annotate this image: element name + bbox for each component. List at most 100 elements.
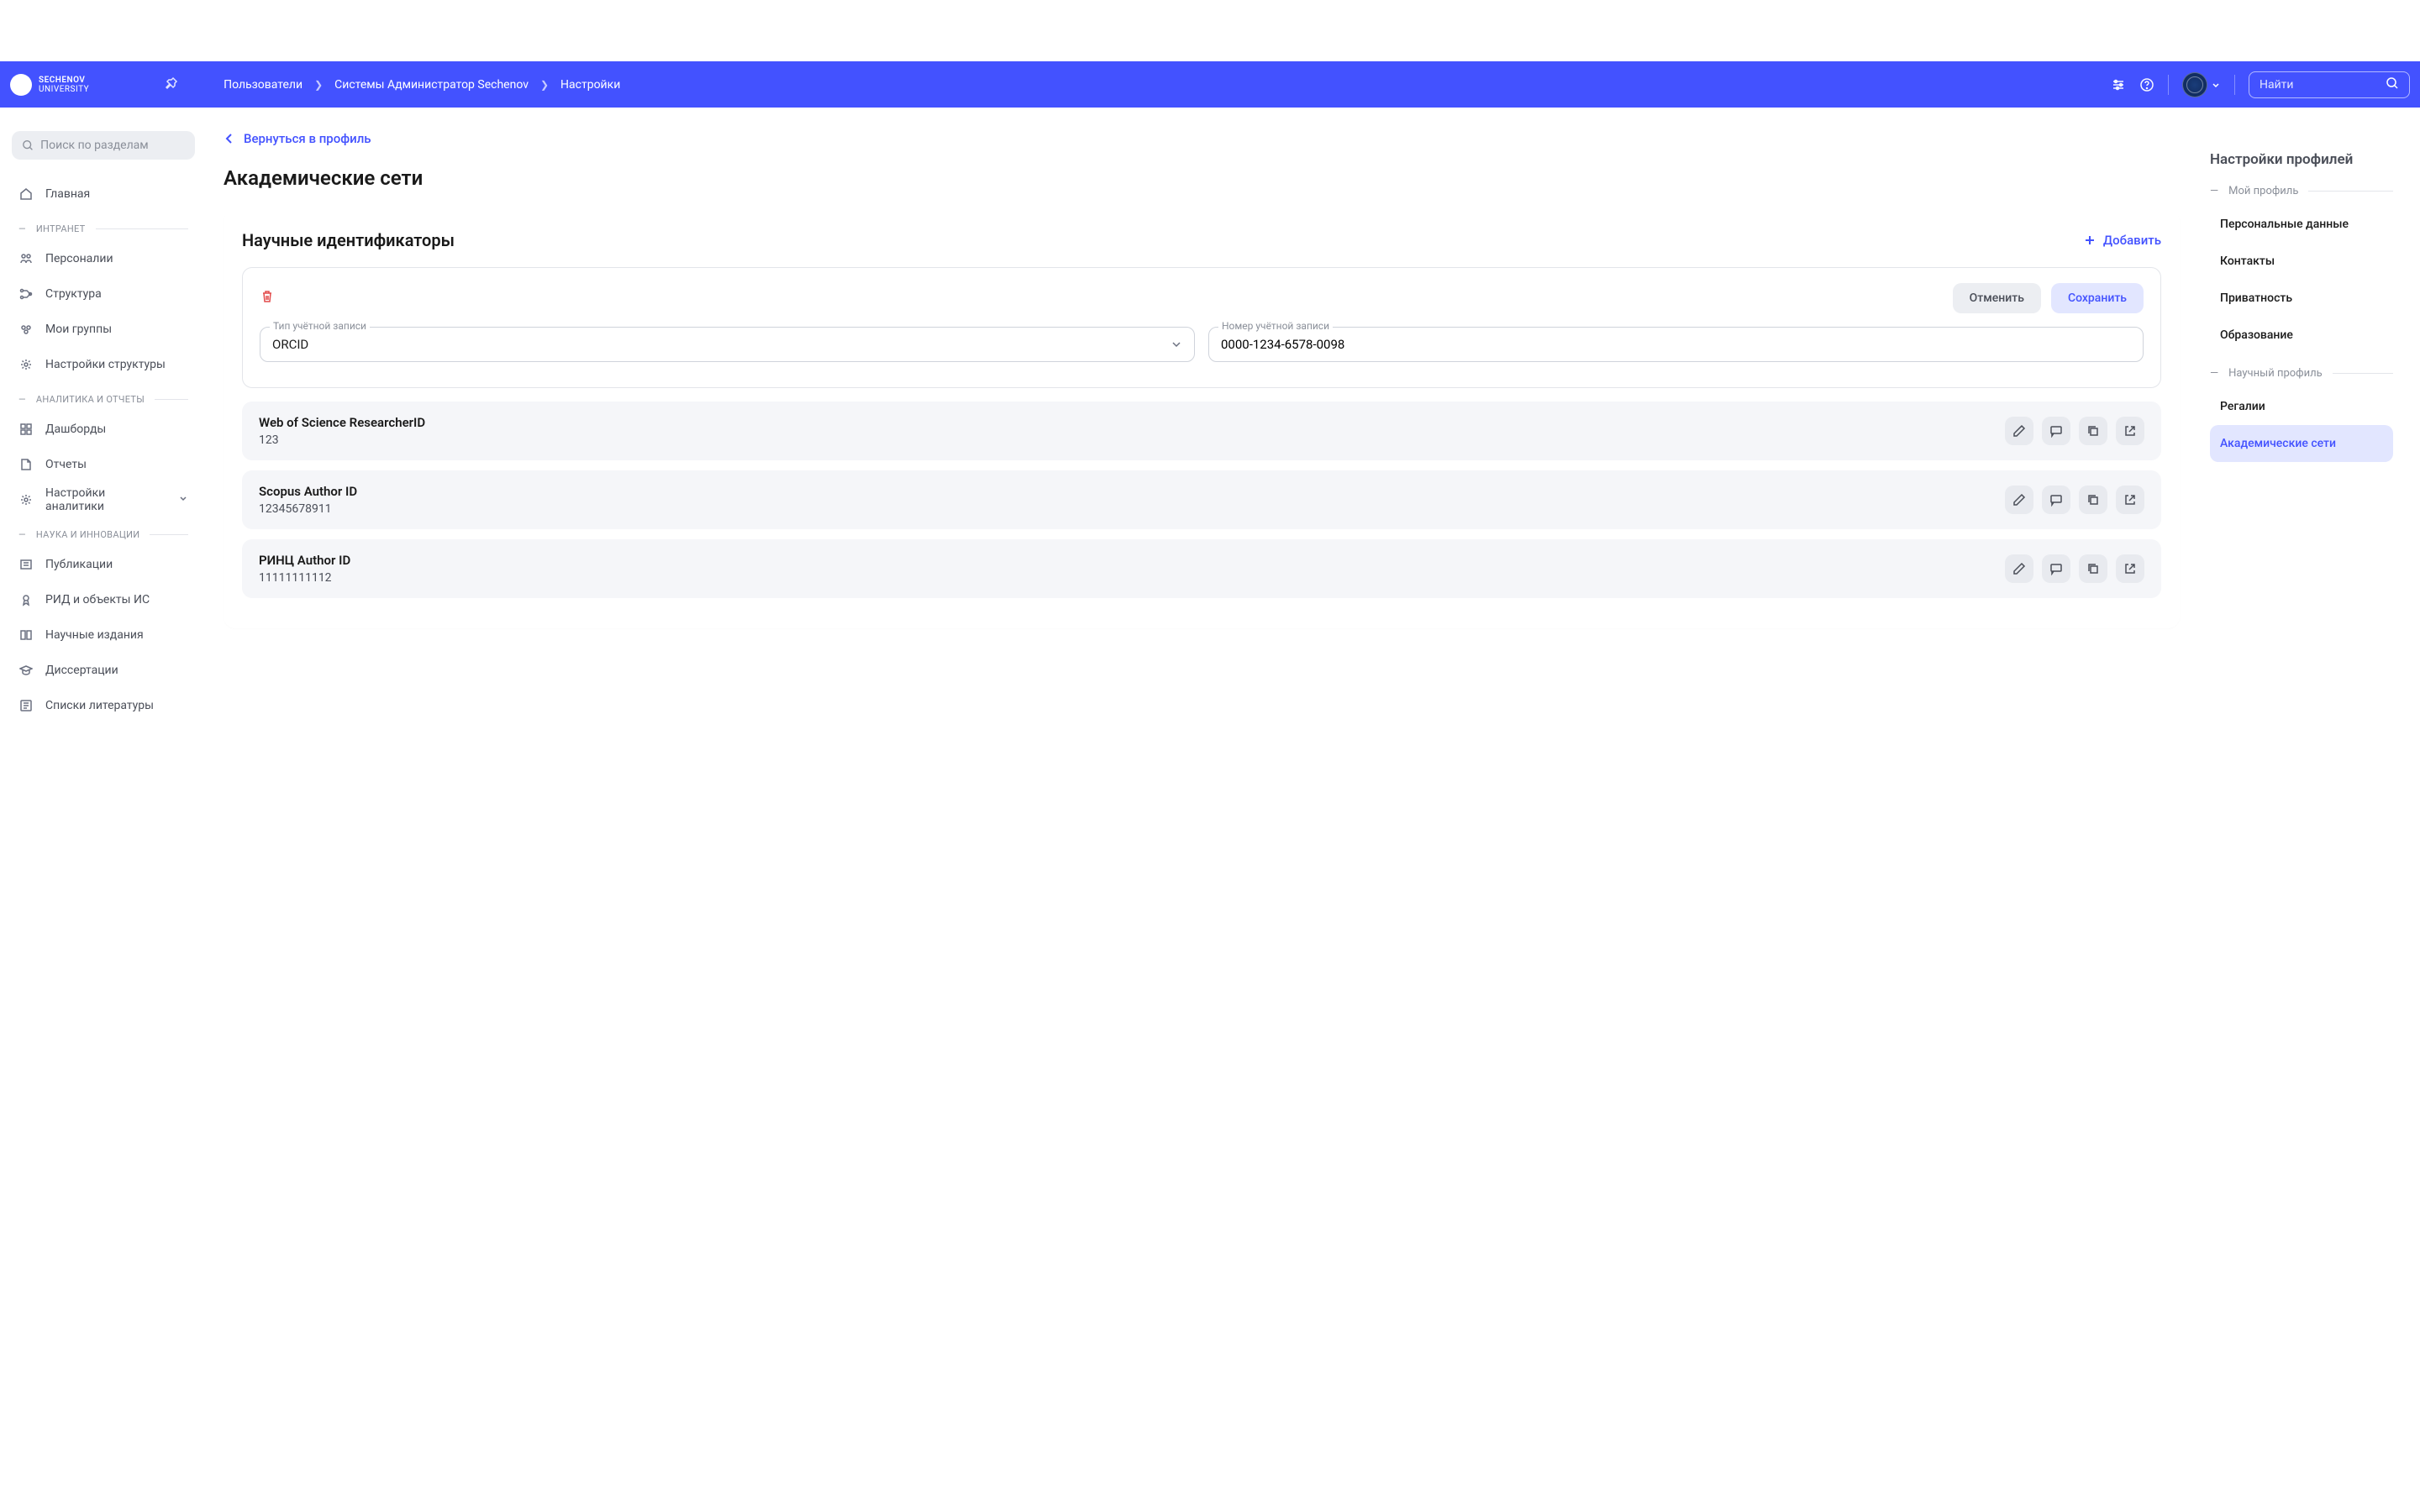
gear-icon: [18, 492, 34, 507]
chevron-down-icon: [2211, 80, 2221, 90]
nav-reports[interactable]: Отчеты: [12, 447, 195, 482]
nav-groups[interactable]: Мои группы: [12, 312, 195, 347]
breadcrumb: Пользователи ❯ Системы Администратор Sec…: [224, 78, 620, 92]
nav-bibliographies[interactable]: Списки литературы: [12, 688, 195, 723]
nav-dissertations[interactable]: Диссертации: [12, 653, 195, 688]
rp-item-privacy[interactable]: Приватность: [2210, 280, 2393, 317]
nav-label: Главная: [45, 187, 188, 201]
logo-text: SECHENOV UNIVERSITY: [39, 76, 89, 94]
nav-dashboards[interactable]: Дашборды: [12, 412, 195, 447]
copy-icon: [2086, 562, 2100, 575]
external-link-button[interactable]: [2116, 554, 2144, 583]
groups-icon: [18, 322, 34, 337]
list-icon: [18, 698, 34, 713]
comment-button[interactable]: [2042, 417, 2070, 445]
nav-structure[interactable]: Структура: [12, 276, 195, 312]
nav-personnel[interactable]: Персоналии: [12, 241, 195, 276]
account-type-select[interactable]: ORCID: [260, 327, 1195, 362]
panel-title: Настройки профилей: [2210, 151, 2393, 168]
identifier-name: Scopus Author ID: [259, 484, 2005, 499]
pencil-icon: [2012, 562, 2026, 575]
logo[interactable]: SECHENOV UNIVERSITY: [10, 74, 89, 96]
add-label: Добавить: [2103, 233, 2161, 248]
nav-label: Диссертации: [45, 664, 188, 677]
nav-label: Дашборды: [45, 423, 188, 436]
sidebar-search-input[interactable]: [40, 139, 185, 152]
field-label: Тип учётной записи: [270, 320, 370, 332]
pin-icon[interactable]: [165, 76, 178, 93]
back-link[interactable]: Вернуться в профиль: [224, 131, 2180, 146]
card-header: Научные идентификаторы Добавить: [242, 230, 2161, 250]
identifier-name: Web of Science ResearcherID: [259, 415, 2005, 430]
settings-icon[interactable]: [2111, 77, 2126, 92]
chevron-left-icon: [224, 133, 235, 144]
account-number-wrapper: [1208, 327, 2144, 362]
delete-button[interactable]: [260, 289, 275, 307]
divider: [2168, 75, 2169, 95]
logo-text-bot: UNIVERSITY: [39, 85, 89, 94]
logo-icon: [10, 74, 32, 96]
rp-section-my-profile: Мой профиль: [2210, 185, 2393, 197]
identifier-item: Web of Science ResearcherID 123: [242, 402, 2161, 460]
identifier-name: РИНЦ Author ID: [259, 553, 2005, 568]
breadcrumb-item-2[interactable]: Настройки: [560, 78, 620, 92]
edit-button[interactable]: [2005, 417, 2033, 445]
comment-icon: [2049, 493, 2063, 507]
identifiers-card: Научные идентификаторы Добавить Отменить…: [224, 210, 2180, 628]
breadcrumb-item-0[interactable]: Пользователи: [224, 78, 302, 92]
comment-button[interactable]: [2042, 486, 2070, 514]
add-button[interactable]: Добавить: [2083, 233, 2161, 248]
copy-button[interactable]: [2079, 486, 2107, 514]
rp-item-academic-networks[interactable]: Академические сети: [2210, 425, 2393, 462]
external-link-icon: [2123, 424, 2137, 438]
reports-icon: [18, 457, 34, 472]
cancel-button[interactable]: Отменить: [1953, 283, 2041, 313]
nav-label: Отчеты: [45, 458, 188, 471]
account-number-input[interactable]: [1221, 337, 2131, 352]
nav-structure-settings[interactable]: Настройки структуры: [12, 347, 195, 382]
external-link-button[interactable]: [2116, 486, 2144, 514]
rp-item-contacts[interactable]: Контакты: [2210, 243, 2393, 280]
nav-analytics-settings[interactable]: Настройки аналитики: [12, 482, 195, 517]
divider: [2234, 75, 2235, 95]
rp-item-personal-data[interactable]: Персональные данные: [2210, 206, 2393, 243]
top-whitespace: [0, 0, 2420, 61]
nav-section-analytics: АНАЛИТИКА И ОТЧЕТЫ: [12, 394, 195, 405]
global-search-input[interactable]: [2260, 78, 2386, 92]
comment-button[interactable]: [2042, 554, 2070, 583]
plus-icon: [2083, 234, 2096, 247]
sidebar-search[interactable]: [12, 131, 195, 160]
copy-icon: [2086, 424, 2100, 438]
nav-publications[interactable]: Публикации: [12, 547, 195, 582]
main-left: Вернуться в профиль Академические сети Н…: [224, 131, 2180, 1495]
search-icon[interactable]: [2386, 76, 2399, 93]
global-search[interactable]: [2249, 71, 2410, 98]
help-icon[interactable]: [2139, 77, 2154, 92]
breadcrumb-item-1[interactable]: Системы Администратор Sechenov: [334, 78, 529, 92]
user-menu[interactable]: [2182, 72, 2221, 97]
logo-text-top: SECHENOV: [39, 76, 89, 85]
nav-label: Публикации: [45, 558, 188, 571]
nav-ip[interactable]: РИД и объекты ИС: [12, 582, 195, 617]
external-link-icon: [2123, 493, 2137, 507]
rp-item-education[interactable]: Образование: [2210, 317, 2393, 354]
save-button[interactable]: Сохранить: [2051, 283, 2144, 313]
grad-icon: [18, 663, 34, 678]
external-link-button[interactable]: [2116, 417, 2144, 445]
copy-button[interactable]: [2079, 554, 2107, 583]
rp-item-regalia[interactable]: Регалии: [2210, 388, 2393, 425]
identifier-actions: [2005, 554, 2144, 583]
nav-home[interactable]: Главная: [12, 176, 195, 212]
identifier-info: Scopus Author ID 12345678911: [259, 484, 2005, 516]
edit-button[interactable]: [2005, 486, 2033, 514]
nav-journals[interactable]: Научные издания: [12, 617, 195, 653]
edit-button[interactable]: [2005, 554, 2033, 583]
nav-label: Научные издания: [45, 628, 188, 642]
profile-settings-panel: Настройки профилей Мой профиль Персональ…: [2195, 131, 2408, 482]
identifier-item: РИНЦ Author ID 11111111112: [242, 539, 2161, 598]
account-number-field: Номер учётной записи: [1208, 327, 2144, 362]
copy-button[interactable]: [2079, 417, 2107, 445]
nav-label: Настройки структуры: [45, 358, 188, 371]
nav-label: РИД и объекты ИС: [45, 593, 188, 606]
search-icon: [22, 139, 34, 152]
